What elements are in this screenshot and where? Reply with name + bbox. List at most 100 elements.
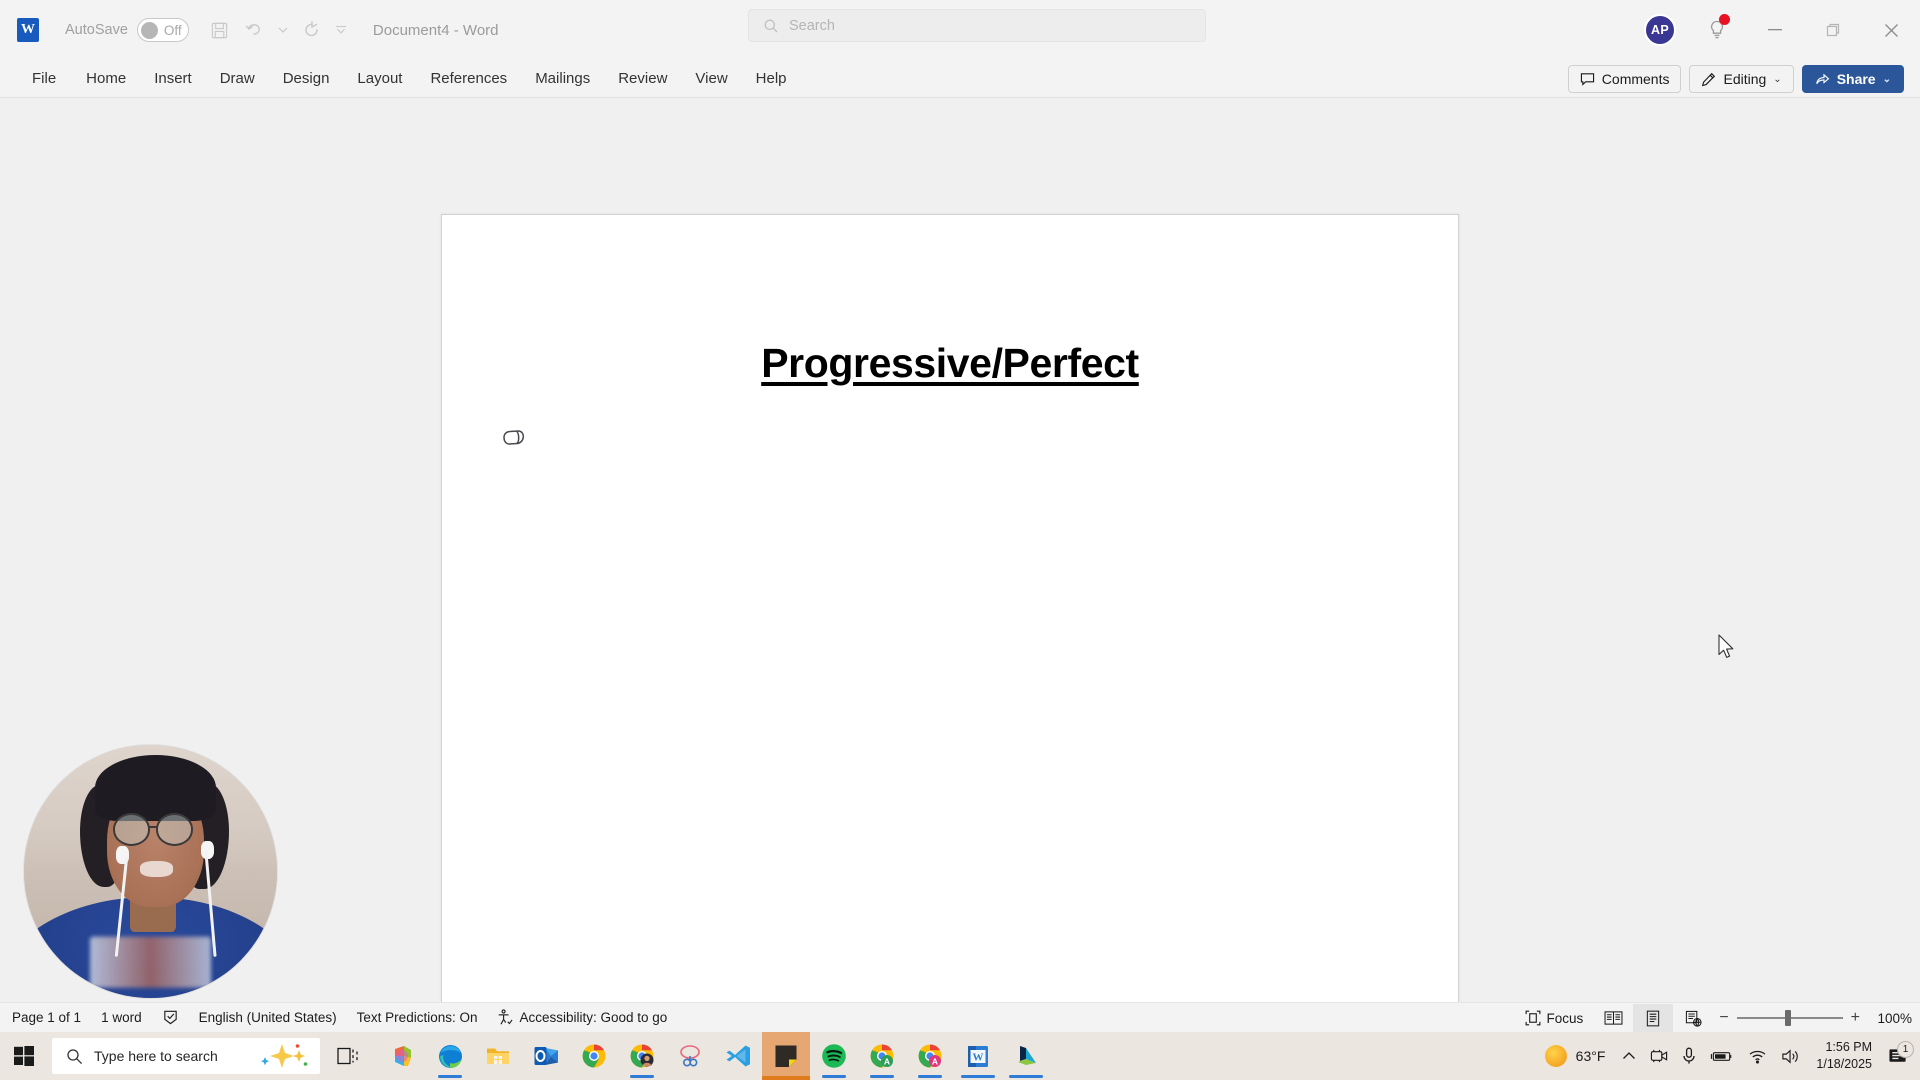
wifi-icon[interactable] [1741, 1032, 1774, 1080]
webcam-hoodie-graphic [89, 937, 212, 988]
comment-icon [1580, 73, 1594, 86]
editing-chevron-down-icon: ⌄ [1773, 73, 1782, 85]
microsoft-word-icon[interactable]: W [954, 1032, 1002, 1080]
chrome-profile-a-green-icon[interactable]: A [858, 1032, 906, 1080]
focus-mode-button[interactable]: Focus [1513, 1004, 1594, 1032]
chrome-profile-a-pink-icon[interactable]: A [906, 1032, 954, 1080]
taskbar-clock[interactable]: 1:56 PM 1/18/2025 [1808, 1039, 1882, 1073]
microsoft-365-icon[interactable] [378, 1032, 426, 1080]
status-bar-right: Focus − + 100% [1513, 1003, 1912, 1033]
tab-review[interactable]: Review [604, 65, 681, 92]
autosave-control[interactable]: AutoSave Off [65, 18, 189, 42]
search-icon [67, 1048, 83, 1064]
taskbar-running-indicator [870, 1075, 894, 1078]
print-layout-icon[interactable] [1633, 1004, 1674, 1032]
taskbar-search-input[interactable]: Type here to search [52, 1038, 320, 1074]
zoom-out-button[interactable]: − [1719, 1010, 1728, 1026]
ribbon-tab-bar: File Home Insert Draw Design Layout Refe… [0, 60, 1920, 98]
zoom-track[interactable] [1736, 1010, 1843, 1026]
read-mode-icon[interactable] [1593, 1004, 1633, 1032]
windows-start-icon[interactable] [0, 1032, 48, 1080]
weather-widget[interactable]: 63°F [1539, 1045, 1616, 1067]
taskbar-running-indicator [822, 1075, 846, 1078]
google-chrome-profile-icon[interactable] [618, 1032, 666, 1080]
microphone-icon[interactable] [1675, 1032, 1703, 1080]
publisher-icon[interactable] [1002, 1032, 1050, 1080]
tab-help[interactable]: Help [742, 65, 801, 92]
restore-icon[interactable] [1804, 0, 1862, 60]
undo-icon[interactable] [239, 15, 269, 45]
autosave-label: AutoSave [65, 22, 128, 38]
autosave-state-label: Off [163, 22, 182, 38]
tab-insert[interactable]: Insert [140, 65, 206, 92]
notification-center-icon[interactable]: 1 [1882, 1040, 1920, 1066]
avatar[interactable]: AP [1644, 14, 1676, 46]
customize-quick-access-icon[interactable] [331, 15, 351, 45]
system-tray: 63°F 1:56 PM 1/18/2025 1 [1539, 1032, 1920, 1080]
account-avatar-wrap[interactable]: AP [1632, 14, 1688, 46]
tab-home[interactable]: Home [72, 65, 140, 92]
search-input[interactable]: Search [748, 9, 1206, 42]
language-status[interactable]: English (United States) [189, 1004, 347, 1032]
editing-mode-button[interactable]: Editing ⌄ [1689, 65, 1794, 93]
proofing-errors-icon[interactable] [152, 1004, 189, 1032]
visual-studio-code-icon[interactable] [714, 1032, 762, 1080]
show-hidden-icons-chevron-up-icon[interactable] [1615, 1032, 1643, 1080]
tab-mailings[interactable]: Mailings [521, 65, 604, 92]
lightbulb-icon[interactable] [1688, 0, 1746, 60]
taskbar-active-indicator [961, 1075, 995, 1078]
battery-icon[interactable] [1703, 1032, 1741, 1080]
save-icon[interactable] [205, 15, 235, 45]
tab-draw[interactable]: Draw [206, 65, 269, 92]
google-chrome-icon[interactable] [570, 1032, 618, 1080]
webcam-earbud-right [201, 841, 214, 859]
outlook-icon[interactable] [522, 1032, 570, 1080]
camera-icon[interactable] [1643, 1032, 1675, 1080]
autosave-toggle[interactable]: Off [136, 18, 189, 42]
volume-icon[interactable] [1774, 1032, 1808, 1080]
ribbon-right-actions: Comments Editing ⌄ Share ⌄ [1567, 60, 1904, 98]
windows-taskbar: Type here to search A A W 63°F 1:56 PM 1… [0, 1032, 1920, 1080]
task-view-icon[interactable] [324, 1032, 372, 1080]
comments-button[interactable]: Comments [1567, 65, 1682, 93]
mouse-cursor [1718, 634, 1736, 660]
spotify-icon[interactable] [810, 1032, 858, 1080]
taskbar-running-indicator [438, 1075, 462, 1078]
zoom-thumb[interactable] [1784, 1010, 1791, 1026]
svg-text:A: A [932, 1056, 938, 1066]
tab-design[interactable]: Design [269, 65, 344, 92]
undo-dropdown-chevron-down-icon[interactable] [273, 15, 293, 45]
status-bar-left: Page 1 of 1 1 word English (United State… [0, 1004, 677, 1032]
zoom-in-button[interactable]: + [1851, 1010, 1860, 1026]
comments-label: Comments [1601, 71, 1670, 87]
word-count-status[interactable]: 1 word [91, 1004, 152, 1032]
web-layout-icon[interactable] [1673, 1004, 1713, 1032]
taskbar-search-placeholder: Type here to search [94, 1048, 218, 1064]
page-number-status[interactable]: Page 1 of 1 [0, 1004, 91, 1032]
zoom-level-label[interactable]: 100% [1866, 1011, 1912, 1026]
microsoft-edge-icon[interactable] [426, 1032, 474, 1080]
taskbar-running-indicator [630, 1075, 654, 1078]
tab-view[interactable]: View [681, 65, 741, 92]
zoom-slider[interactable]: − + [1713, 1010, 1866, 1026]
pencil-icon [1702, 72, 1716, 86]
title-bar: W AutoSave Off Document4 - Word Search A… [0, 0, 1920, 60]
text-predictions-status[interactable]: Text Predictions: On [347, 1004, 488, 1032]
document-page[interactable]: Progressive/Perfect [441, 214, 1459, 1002]
tab-references[interactable]: References [416, 65, 521, 92]
svg-text:W: W [973, 1051, 984, 1063]
tab-file[interactable]: File [16, 65, 72, 92]
file-explorer-icon[interactable] [474, 1032, 522, 1080]
redo-icon[interactable] [297, 15, 327, 45]
close-icon[interactable] [1862, 0, 1920, 60]
sticky-notes-icon[interactable] [762, 1032, 810, 1080]
ink-shape-annotation[interactable] [497, 423, 531, 457]
tab-layout[interactable]: Layout [343, 65, 416, 92]
paint-3d-icon[interactable] [666, 1032, 714, 1080]
accessibility-status[interactable]: Accessibility: Good to go [487, 1004, 677, 1032]
minimize-icon[interactable] [1746, 0, 1804, 60]
webcam-circle-overlay[interactable] [24, 745, 277, 998]
share-button[interactable]: Share ⌄ [1801, 65, 1904, 93]
quick-access-toolbar [205, 15, 351, 45]
document-canvas[interactable]: Progressive/Perfect [0, 98, 1920, 1002]
